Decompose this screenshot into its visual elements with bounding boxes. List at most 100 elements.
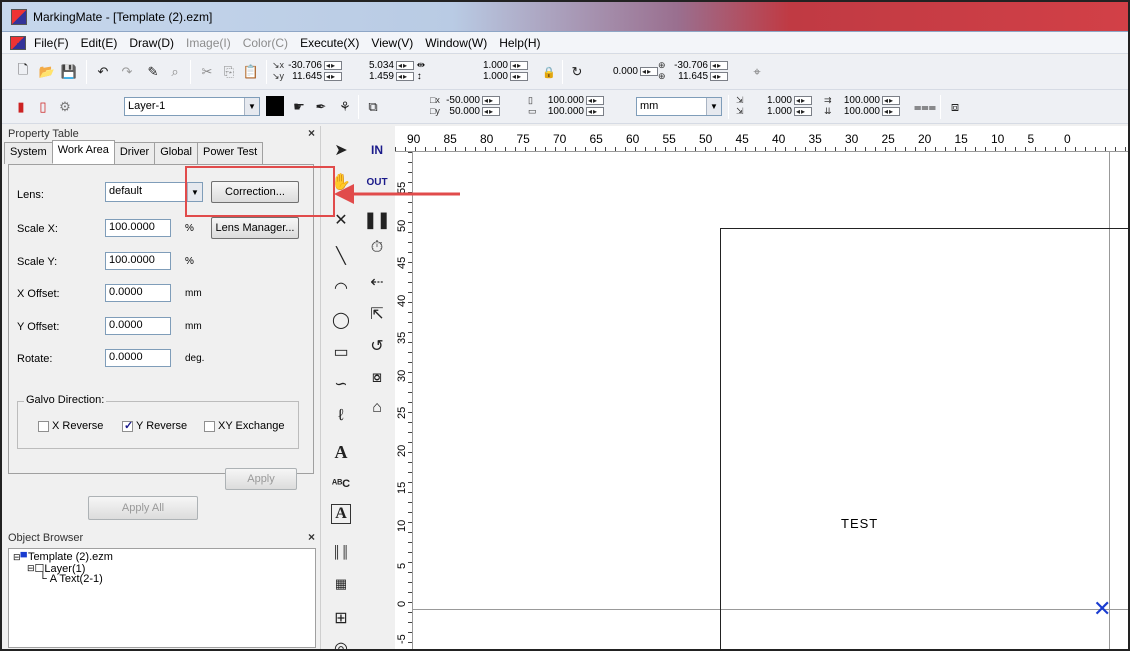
apply-button[interactable]: Apply (225, 468, 297, 490)
close-icon[interactable]: × (308, 126, 315, 140)
offset-x-value[interactable]: -50.000 (442, 95, 480, 106)
tree-text-object[interactable]: └ A Text(2-1) (39, 573, 103, 585)
ellipse-tool-icon[interactable]: ◯ (329, 308, 353, 332)
y-reverse-checkbox[interactable]: Y Reverse (122, 419, 187, 432)
text-tool-icon[interactable]: A (329, 440, 353, 464)
lens-manager-button[interactable]: Lens Manager... (211, 217, 299, 239)
tab-driver[interactable]: Driver (113, 142, 156, 164)
x-reverse-box[interactable] (38, 420, 49, 432)
chevron-down-icon[interactable]: ▼ (244, 98, 259, 115)
cut-icon[interactable]: ✂ (198, 63, 216, 81)
scale-x-value[interactable]: 1.000 (474, 60, 508, 71)
center-x-spinner[interactable] (710, 60, 728, 71)
width-spinner[interactable] (396, 60, 414, 71)
menu-help[interactable]: Help(H) (499, 36, 540, 50)
scale-y-spinner[interactable] (510, 71, 528, 82)
wand-icon[interactable]: ✎ (144, 63, 162, 81)
text-frame-tool-icon[interactable]: A (331, 504, 351, 524)
close-icon[interactable]: × (308, 530, 315, 544)
copy-icon[interactable]: ⎘ (220, 63, 238, 81)
array-tool-icon[interactable]: ⊞ (329, 606, 353, 630)
pos-x-spinner[interactable] (324, 60, 342, 71)
width-value[interactable]: 5.034 (360, 60, 394, 71)
scale-y-field[interactable]: 100.0000 (105, 252, 171, 270)
menu-draw[interactable]: Draw(D) (129, 36, 174, 50)
layer-red-icon[interactable]: ▮ (12, 98, 30, 116)
dup-y-value[interactable]: 1.000 (748, 106, 792, 117)
rotate-spinner[interactable] (640, 66, 658, 77)
center-y-value[interactable]: 11.645 (670, 71, 708, 82)
barcode-2d-icon[interactable]: ▦ (329, 572, 353, 596)
corner-arrow-icon[interactable]: ⇱ (365, 302, 389, 326)
scale-x-field[interactable]: 100.0000 (105, 219, 171, 237)
height-spinner[interactable] (396, 71, 414, 82)
timer-icon[interactable]: ⏱ (365, 236, 389, 260)
menu-execute[interactable]: Execute(X) (300, 36, 359, 50)
align-icon[interactable]: ⩶ (914, 98, 936, 116)
pos-y-value[interactable]: 11.645 (284, 71, 322, 82)
menu-window[interactable]: Window(W) (425, 36, 487, 50)
rotate-ccw-icon[interactable]: ↺ (365, 334, 389, 358)
dup-y-spinner[interactable] (794, 106, 812, 117)
freehand-tool-icon[interactable]: ℓ (329, 404, 353, 428)
layer-page-icon[interactable]: ▯ (34, 98, 52, 116)
menu-image[interactable]: Image(I) (186, 36, 231, 50)
offset-y-spinner[interactable] (482, 106, 500, 117)
array-x-spinner[interactable] (882, 95, 900, 106)
undo-icon[interactable]: ↶ (94, 63, 112, 81)
y-offset-field[interactable]: 0.0000 (105, 317, 171, 335)
collapse-icon[interactable]: ⊟ (13, 552, 21, 563)
pct-w-value[interactable]: 100.000 (540, 95, 584, 106)
unit-select[interactable]: mm ▼ (636, 97, 722, 116)
x-reverse-checkbox[interactable]: X Reverse (38, 420, 103, 432)
layer-select[interactable]: Layer-1 ▼ (124, 97, 260, 116)
scale-x-spinner[interactable] (510, 60, 528, 71)
pen-tool-icon[interactable]: ✒ (312, 98, 330, 116)
offset-y-value[interactable]: 50.000 (442, 106, 480, 117)
pct-h-value[interactable]: 100.000 (540, 106, 584, 117)
menu-color[interactable]: Color(C) (243, 36, 288, 50)
rectangle-tool-icon[interactable]: ▭ (329, 340, 353, 364)
new-file-icon[interactable]: 🗋 (14, 62, 32, 81)
paste-icon[interactable]: 📋 (242, 63, 260, 81)
text-object-test[interactable]: TEST (841, 516, 878, 531)
mark-in-icon[interactable]: IN (365, 138, 389, 162)
find-icon[interactable]: ⌕ (166, 63, 184, 81)
tab-global[interactable]: Global (154, 142, 198, 164)
tab-work-area[interactable]: Work Area (51, 140, 115, 164)
pos-y-spinner[interactable] (324, 71, 342, 82)
array-x-value[interactable]: 100.000 (836, 95, 880, 106)
pause-icon[interactable]: ❚❚ (364, 208, 391, 232)
hatch-icon[interactable]: ⚘ (336, 98, 354, 116)
lock-ratio-icon[interactable]: 🔒 (540, 63, 558, 81)
barcode-1d-icon[interactable]: ║║ (329, 540, 353, 564)
rotate-field[interactable]: 0.0000 (105, 349, 171, 367)
drawing-canvas[interactable]: 90 85 80 75 70 65 60 55 50 45 40 35 30 25 20 15 10 5 0 55 5… (395, 126, 1128, 649)
array-y-value[interactable]: 100.000 (836, 106, 880, 117)
chevron-down-icon[interactable]: ▼ (706, 98, 721, 115)
home-icon[interactable]: ⌂ (365, 396, 389, 420)
document-icon[interactable] (10, 35, 26, 50)
arc-text-tool-icon[interactable]: ᴬᴮC (329, 472, 353, 496)
height-value[interactable]: 1.459 (360, 71, 394, 82)
horizontal-ruler[interactable] (395, 126, 1128, 152)
frame-icon[interactable]: ⧇ (365, 366, 389, 390)
image-frame-icon[interactable]: ⧈ (946, 98, 964, 116)
dup-x-spinner[interactable] (794, 95, 812, 106)
tab-system[interactable]: System (4, 142, 53, 164)
collapse-icon[interactable]: ⊟ (27, 563, 35, 574)
line-tool-icon[interactable]: ╲ (329, 244, 353, 268)
copy-object-icon[interactable]: ⧉ (364, 98, 382, 116)
pct-w-spinner[interactable] (586, 95, 604, 106)
center-align-icon[interactable]: ⌖ (748, 63, 766, 81)
redo-icon[interactable]: ↷ (118, 63, 136, 81)
xy-exchange-box[interactable] (204, 420, 215, 432)
pos-x-value[interactable]: -30.706 (284, 60, 322, 71)
tab-power-test[interactable]: Power Test (196, 142, 264, 164)
open-folder-icon[interactable]: 📂 (38, 63, 56, 81)
curve-tool-icon[interactable]: ∽ (329, 372, 353, 396)
center-x-value[interactable]: -30.706 (670, 60, 708, 71)
offset-x-spinner[interactable] (482, 95, 500, 106)
arc-tool-icon[interactable]: ◠ (329, 276, 353, 300)
layer-props-icon[interactable]: ⚙ (56, 98, 74, 116)
